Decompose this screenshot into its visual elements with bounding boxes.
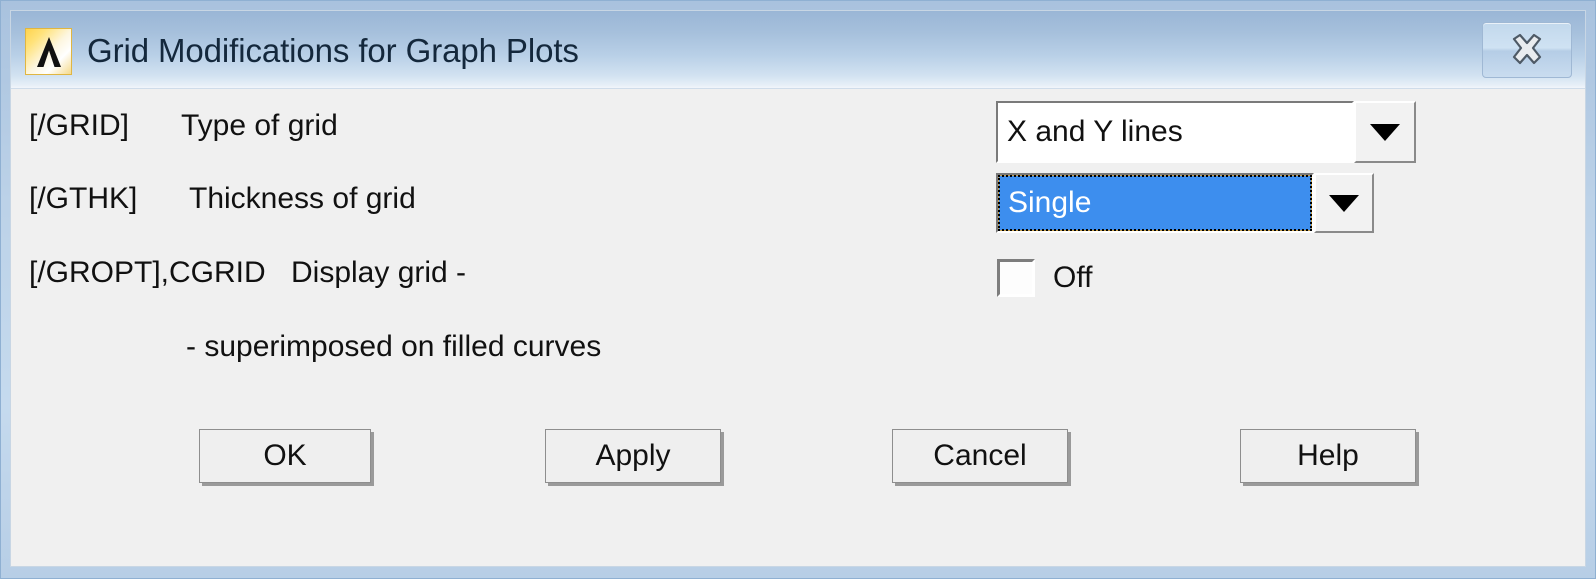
close-icon[interactable] bbox=[1482, 22, 1572, 78]
ansys-logo-icon bbox=[25, 28, 72, 75]
row-prompt-gropt: [/GROPT],CGRID bbox=[29, 256, 266, 289]
row-prompt-gthk: [/GTHK] bbox=[29, 182, 138, 215]
type-of-grid-value[interactable]: X and Y lines bbox=[996, 101, 1354, 163]
chevron-down-icon[interactable] bbox=[1314, 173, 1374, 233]
dialog-window: Grid Modifications for Graph Plots [/GRI… bbox=[0, 0, 1596, 579]
row-label-type-of-grid: Type of grid bbox=[181, 109, 338, 142]
title-bar[interactable]: Grid Modifications for Graph Plots bbox=[11, 11, 1585, 89]
apply-button[interactable]: Apply bbox=[545, 429, 721, 483]
cancel-button[interactable]: Cancel bbox=[892, 429, 1068, 483]
ok-button[interactable]: OK bbox=[199, 429, 371, 483]
display-grid-checkbox-label: Off bbox=[1053, 261, 1093, 294]
thickness-of-grid-value[interactable]: Single bbox=[998, 175, 1312, 231]
dialog-body: [/GRID] Type of grid X and Y lines [/GTH… bbox=[11, 89, 1585, 566]
window-title: Grid Modifications for Graph Plots bbox=[87, 32, 579, 69]
superimposed-note: - superimposed on filled curves bbox=[186, 330, 602, 363]
row-label-thickness-of-grid: Thickness of grid bbox=[189, 182, 416, 215]
row-prompt-grid: [/GRID] bbox=[29, 109, 130, 142]
row-label-display-grid: Display grid - bbox=[291, 256, 467, 289]
type-of-grid-dropdown[interactable]: X and Y lines bbox=[996, 101, 1416, 163]
help-button[interactable]: Help bbox=[1240, 429, 1416, 483]
display-grid-checkbox[interactable] bbox=[997, 259, 1035, 297]
thickness-of-grid-dropdown[interactable]: Single bbox=[996, 173, 1374, 233]
window-inner: Grid Modifications for Graph Plots [/GRI… bbox=[10, 10, 1586, 567]
chevron-down-icon[interactable] bbox=[1354, 101, 1416, 163]
thickness-of-grid-field[interactable]: Single bbox=[996, 173, 1314, 233]
display-grid-checkbox-group[interactable]: Off bbox=[997, 259, 1092, 297]
